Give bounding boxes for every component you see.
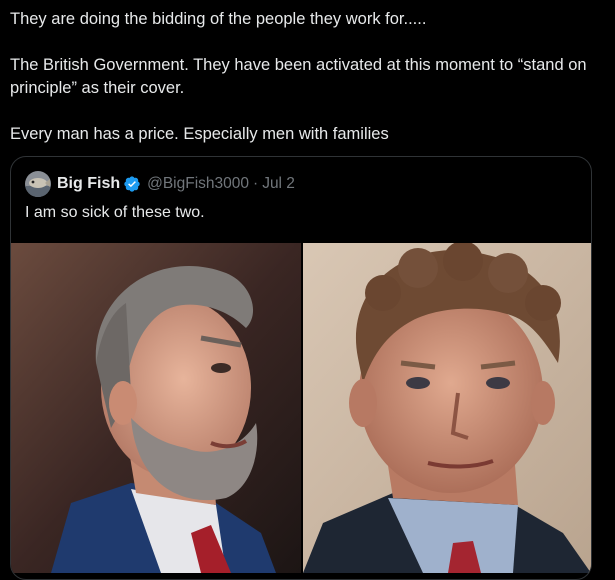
tweet-line-1: They are doing the bidding of the people… <box>10 10 427 28</box>
media-photo-1[interactable] <box>11 243 301 573</box>
quoted-author-handle[interactable]: @BigFish3000 <box>147 175 249 193</box>
quoted-tweet-card[interactable]: Big Fish @BigFish3000 · Jul 2 I am so si… <box>10 156 592 580</box>
tweet-body: They are doing the bidding of the people… <box>10 8 600 146</box>
header-separator: · <box>253 175 259 192</box>
quoted-tweet-text: I am so sick of these two. <box>25 204 205 221</box>
verified-badge-icon <box>124 176 140 192</box>
media-photo-2[interactable] <box>303 243 591 573</box>
quoted-author-name[interactable]: Big Fish <box>57 175 120 193</box>
quoted-tweet-media <box>11 243 591 573</box>
tweet-line-2: The British Government. They have been a… <box>10 56 587 97</box>
previous-line-fragment <box>10 0 570 2</box>
quoted-tweet-date[interactable]: Jul 2 <box>262 175 295 193</box>
avatar[interactable] <box>25 171 51 197</box>
tweet-line-3: Every man has a price. Especially men wi… <box>10 125 389 143</box>
quoted-tweet-header: Big Fish @BigFish3000 · Jul 2 <box>25 171 295 197</box>
